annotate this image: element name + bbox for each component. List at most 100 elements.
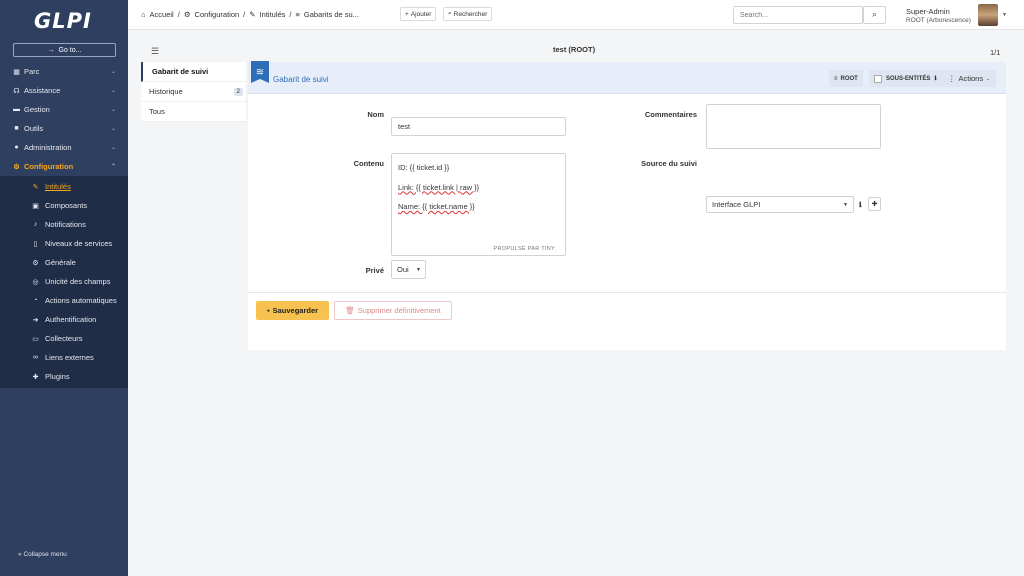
- source-select[interactable]: Interface GLPI ▼: [706, 196, 854, 213]
- submenu-item-composants[interactable]: ▣ Composants: [0, 196, 128, 215]
- layers-icon: ≋: [251, 61, 269, 83]
- nom-label: Nom: [367, 110, 384, 119]
- chevron-down-icon: ▼: [416, 266, 421, 273]
- user-name: Super-Admin: [906, 7, 950, 16]
- top-header: ⌂ Accueil / ⚙ Configuration / ✎ Intitulé…: [128, 0, 1024, 30]
- edit-icon: ✎: [249, 10, 256, 19]
- puzzle-icon: ✚: [32, 373, 39, 381]
- file-icon: ▯: [33, 240, 38, 248]
- chevron-down-icon: ⌄: [110, 145, 116, 151]
- source-label: Source du suivi: [641, 159, 697, 168]
- powered-by-tiny[interactable]: PROPULSÉ PAR TINY: [494, 244, 555, 254]
- configuration-submenu: ✎ Intitulés ▣ Composants ♪ Notifications ▯ N…: [0, 176, 128, 388]
- chevron-down-icon: ⌄: [110, 126, 116, 132]
- sidebar-item-gestion[interactable]: ▬ Gestion ⌄: [0, 100, 128, 119]
- content-editor[interactable]: ID: {{ ticket.id }} Link: {{ ticket.link…: [391, 153, 566, 256]
- submenu-item-intitules[interactable]: ✎ Intitulés: [0, 177, 128, 196]
- home-icon: ⌂: [141, 10, 146, 19]
- cog-icon: ⚙: [32, 259, 39, 267]
- components-icon: ▣: [32, 202, 39, 210]
- pager: 1/1: [990, 48, 1001, 57]
- sidebar-item-outils[interactable]: ■ Outils ⌄: [0, 119, 128, 138]
- bell-icon: ♪: [33, 221, 38, 228]
- breadcrumb-accueil[interactable]: Accueil: [150, 10, 174, 19]
- user-menu[interactable]: Super-Admin ROOT (Arborescence): [906, 7, 971, 25]
- search-input[interactable]: [733, 6, 863, 24]
- breadcrumb: ⌂ Accueil / ⚙ Configuration / ✎ Intitulé…: [141, 10, 359, 19]
- breadcrumb-configuration[interactable]: Configuration: [195, 10, 240, 19]
- submenu-item-collecteurs[interactable]: ▭ Collecteurs: [0, 329, 128, 348]
- headset-icon: ☊: [13, 87, 20, 95]
- subentities-toggle[interactable]: SOUS-ENTITÉS ℹ: [869, 70, 942, 87]
- submenu-item-niveaux-services[interactable]: ▯ Niveaux de services: [0, 234, 128, 253]
- glpi-logo[interactable]: GLPI: [34, 9, 92, 33]
- briefcase-icon: ■: [14, 125, 19, 132]
- sidebar-item-administration[interactable]: ● Administration ⌄: [0, 138, 128, 157]
- commentaires-textarea[interactable]: [706, 104, 881, 149]
- collapse-menu-button[interactable]: « Collapse menu: [18, 551, 67, 558]
- submenu-item-authentification[interactable]: ➜ Authentification: [0, 310, 128, 329]
- commentaires-label: Commentaires: [644, 110, 697, 119]
- search-submit-button[interactable]: ⌕: [863, 6, 886, 24]
- editor-line: ID: {{ ticket.id }}: [398, 163, 450, 172]
- chevron-down-icon: ⌄: [986, 75, 991, 82]
- sign-in-icon: ➜: [32, 316, 39, 324]
- tab-list: Gabarit de suivi Historique 2 Tous: [141, 62, 247, 122]
- layers-icon: ≡: [295, 10, 300, 19]
- tab-tous[interactable]: Tous: [141, 102, 246, 122]
- count-badge: 2: [233, 87, 243, 96]
- add-button[interactable]: + Ajouter: [400, 7, 437, 21]
- search-icon: ⌕: [872, 10, 877, 19]
- page-title: test (ROOT): [553, 45, 596, 54]
- chevron-down-icon: ⌄: [110, 107, 116, 113]
- panel-header: ≋ Gabarit de suivi ≡ ROOT SOUS-ENTITÉS ℹ ⋮…: [248, 61, 1006, 94]
- submenu-item-actions-auto[interactable]: ◔ Actions automatiques: [0, 291, 128, 310]
- save-button[interactable]: ▪ Sauvegarder: [256, 301, 329, 320]
- actions-dropdown[interactable]: ⋮ Actions ⌄: [942, 70, 997, 87]
- search-icon: ⌕: [448, 10, 452, 17]
- users-cog-icon: ●: [14, 144, 19, 151]
- submenu-item-unicite[interactable]: ◎ Unicité des champs: [0, 272, 128, 291]
- submenu-item-notifications[interactable]: ♪ Notifications: [0, 215, 128, 234]
- cog-icon: ⚙: [183, 10, 191, 19]
- save-icon: ▪: [266, 306, 270, 315]
- vertical-dots-icon: ⋮: [948, 74, 956, 83]
- inbox-icon: ▭: [32, 335, 39, 343]
- tab-gabarit[interactable]: Gabarit de suivi: [141, 62, 246, 82]
- submenu-item-generale[interactable]: ⚙ Générale: [0, 253, 128, 272]
- info-icon[interactable]: ℹ: [859, 201, 862, 209]
- wallet-icon: ▬: [13, 106, 20, 113]
- panel-title: Gabarit de suivi: [273, 75, 329, 84]
- list-icon[interactable]: ☰: [151, 46, 159, 57]
- add-source-icon[interactable]: ✚: [868, 197, 881, 211]
- link-icon: ∞: [33, 354, 38, 361]
- breadcrumb-intitules[interactable]: Intitulés: [260, 10, 286, 19]
- subentities-checkbox[interactable]: [874, 74, 882, 83]
- breadcrumb-gabarits[interactable]: Gabarits de su...: [304, 10, 359, 19]
- tab-historique[interactable]: Historique 2: [141, 82, 246, 102]
- editor-line: Name: {{ ticket.name }}: [398, 202, 475, 211]
- edit-icon: ✎: [32, 183, 39, 191]
- submenu-item-liens-externes[interactable]: ∞ Liens externes: [0, 348, 128, 367]
- contenu-label: Contenu: [353, 159, 384, 168]
- nom-input[interactable]: test: [391, 117, 566, 136]
- avatar[interactable]: [978, 4, 998, 26]
- sidebar-item-configuration[interactable]: ⚙ Configuration ⌃: [0, 157, 128, 176]
- sidebar-item-parc[interactable]: ▦ Parc ⌄: [0, 62, 128, 81]
- goto-button[interactable]: → Go to...: [13, 43, 116, 57]
- chevron-up-icon: ⌃: [110, 164, 116, 170]
- chevron-down-icon: ⌄: [110, 88, 116, 94]
- entity-badge[interactable]: ≡ ROOT: [829, 70, 863, 87]
- sidebar-item-assistance[interactable]: ☊ Assistance ⌄: [0, 81, 128, 100]
- prive-select[interactable]: Oui ▼: [391, 260, 426, 279]
- layers-icon: ≡: [834, 75, 838, 82]
- delete-button[interactable]: 🗑 Supprimer définitivement: [334, 301, 452, 320]
- divider: [248, 292, 1006, 293]
- chevron-down-icon[interactable]: ▼: [1002, 12, 1007, 18]
- chevron-down-icon: ▼: [843, 201, 848, 208]
- stopwatch-icon: ◔: [33, 297, 38, 304]
- arrow-right-icon: →: [47, 46, 55, 54]
- submenu-item-plugins[interactable]: ✚ Plugins: [0, 367, 128, 386]
- search-button[interactable]: ⌕ Rechercher: [443, 7, 493, 21]
- user-entity: ROOT (Arborescence): [906, 17, 971, 24]
